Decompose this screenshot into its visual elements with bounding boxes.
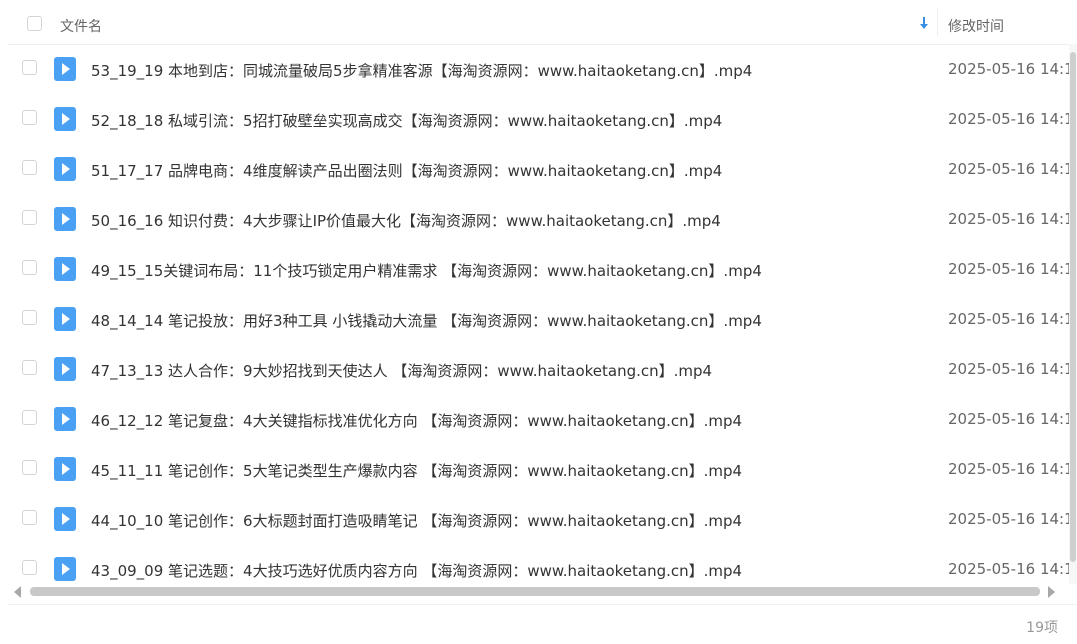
file-modified-time: 2025-05-16 14:1: [948, 410, 1072, 428]
horizontal-scrollbar-thumb[interactable]: [30, 587, 1040, 596]
file-modified-time: 2025-05-16 14:1: [948, 60, 1072, 78]
file-name[interactable]: 43_09_09 笔记选题：4大技巧选好优质内容方向 【海淘资源网：www.ha…: [91, 560, 742, 581]
sort-desc-arrow-icon[interactable]: [919, 17, 929, 30]
horizontal-scrollbar[interactable]: [8, 584, 1058, 598]
file-name[interactable]: 51_17_17 品牌电商：4维度解读产品出圈法则【海淘资源网：www.hait…: [91, 160, 722, 181]
video-file-icon: [54, 507, 76, 531]
file-modified-time: 2025-05-16 14:1: [948, 310, 1072, 328]
file-name[interactable]: 45_11_11 笔记创作：5大笔记类型生产爆款内容 【海淘资源网：www.ha…: [91, 460, 742, 481]
file-row[interactable]: 52_18_18 私域引流：5招打破壁垒实现高成交【海淘资源网：www.hait…: [8, 94, 1072, 144]
file-row[interactable]: 50_16_16 知识付费：4大步骤让IP价值最大化【海淘资源网：www.hai…: [8, 194, 1072, 244]
row-checkbox[interactable]: [22, 360, 37, 375]
list-footer: 19项: [8, 604, 1077, 644]
file-modified-time: 2025-05-16 14:1: [948, 460, 1072, 478]
column-header-name[interactable]: 文件名: [60, 16, 102, 36]
video-file-icon: [54, 457, 76, 481]
list-header: 文件名 修改时间: [8, 0, 1077, 45]
file-name[interactable]: 44_10_10 笔记创作：6大标题封面打造吸睛笔记 【海淘资源网：www.ha…: [91, 510, 742, 531]
video-file-icon: [54, 557, 76, 581]
video-file-icon: [54, 57, 76, 81]
video-file-icon: [54, 207, 76, 231]
file-row[interactable]: 45_11_11 笔记创作：5大笔记类型生产爆款内容 【海淘资源网：www.ha…: [8, 444, 1072, 494]
video-file-icon: [54, 407, 76, 431]
vertical-scrollbar[interactable]: [1069, 44, 1077, 584]
file-modified-time: 2025-05-16 14:1: [948, 260, 1072, 278]
row-checkbox[interactable]: [22, 110, 37, 125]
file-name[interactable]: 47_13_13 达人合作：9大妙招找到天使达人 【海淘资源网：www.hait…: [91, 360, 712, 381]
file-modified-time: 2025-05-16 14:1: [948, 510, 1072, 528]
row-checkbox[interactable]: [22, 510, 37, 525]
row-checkbox[interactable]: [22, 210, 37, 225]
file-row[interactable]: 53_19_19 本地到店：同城流量破局5步拿精准客源【海淘资源网：www.ha…: [8, 44, 1072, 94]
file-modified-time: 2025-05-16 14:1: [948, 160, 1072, 178]
row-checkbox[interactable]: [22, 60, 37, 75]
file-name[interactable]: 53_19_19 本地到店：同城流量破局5步拿精准客源【海淘资源网：www.ha…: [91, 60, 752, 81]
row-checkbox[interactable]: [22, 460, 37, 475]
file-modified-time: 2025-05-16 14:1: [948, 110, 1072, 128]
file-row[interactable]: 43_09_09 笔记选题：4大技巧选好优质内容方向 【海淘资源网：www.ha…: [8, 544, 1072, 584]
scroll-right-arrow-icon[interactable]: [1048, 586, 1055, 598]
row-checkbox[interactable]: [22, 310, 37, 325]
file-row[interactable]: 51_17_17 品牌电商：4维度解读产品出圈法则【海淘资源网：www.hait…: [8, 144, 1072, 194]
scroll-left-arrow-icon[interactable]: [14, 586, 21, 598]
row-checkbox[interactable]: [22, 260, 37, 275]
video-file-icon: [54, 257, 76, 281]
row-checkbox[interactable]: [22, 410, 37, 425]
file-name[interactable]: 52_18_18 私域引流：5招打破壁垒实现高成交【海淘资源网：www.hait…: [91, 110, 722, 131]
file-rows: 53_19_19 本地到店：同城流量破局5步拿精准客源【海淘资源网：www.ha…: [8, 44, 1072, 584]
video-file-icon: [54, 307, 76, 331]
select-all-checkbox[interactable]: [27, 16, 42, 31]
file-row[interactable]: 48_14_14 笔记投放：用好3种工具 小钱撬动大流量 【海淘资源网：www.…: [8, 294, 1072, 344]
file-name[interactable]: 49_15_15关键词布局：11个技巧锁定用户精准需求 【海淘资源网：www.h…: [91, 260, 762, 281]
file-modified-time: 2025-05-16 14:1: [948, 360, 1072, 378]
column-header-modified[interactable]: 修改时间: [948, 16, 1004, 36]
file-name[interactable]: 48_14_14 笔记投放：用好3种工具 小钱撬动大流量 【海淘资源网：www.…: [91, 310, 762, 331]
file-row[interactable]: 47_13_13 达人合作：9大妙招找到天使达人 【海淘资源网：www.hait…: [8, 344, 1072, 394]
column-divider[interactable]: [937, 8, 938, 36]
video-file-icon: [54, 357, 76, 381]
video-file-icon: [54, 157, 76, 181]
video-file-icon: [54, 107, 76, 131]
file-name[interactable]: 50_16_16 知识付费：4大步骤让IP价值最大化【海淘资源网：www.hai…: [91, 210, 721, 231]
file-name[interactable]: 46_12_12 笔记复盘：4大关键指标找准优化方向 【海淘资源网：www.ha…: [91, 410, 742, 431]
file-modified-time: 2025-05-16 14:1: [948, 560, 1072, 578]
row-checkbox[interactable]: [22, 160, 37, 175]
file-row[interactable]: 46_12_12 笔记复盘：4大关键指标找准优化方向 【海淘资源网：www.ha…: [8, 394, 1072, 444]
file-modified-time: 2025-05-16 14:1: [948, 210, 1072, 228]
vertical-scrollbar-thumb[interactable]: [1070, 52, 1076, 562]
row-checkbox[interactable]: [22, 560, 37, 575]
item-count: 19项: [1026, 620, 1058, 636]
file-list-panel: 文件名 修改时间 53_19_19 本地到店：同城流量破局5步拿精准客源【海淘资…: [8, 0, 1077, 643]
file-row[interactable]: 44_10_10 笔记创作：6大标题封面打造吸睛笔记 【海淘资源网：www.ha…: [8, 494, 1072, 544]
file-row[interactable]: 49_15_15关键词布局：11个技巧锁定用户精准需求 【海淘资源网：www.h…: [8, 244, 1072, 294]
